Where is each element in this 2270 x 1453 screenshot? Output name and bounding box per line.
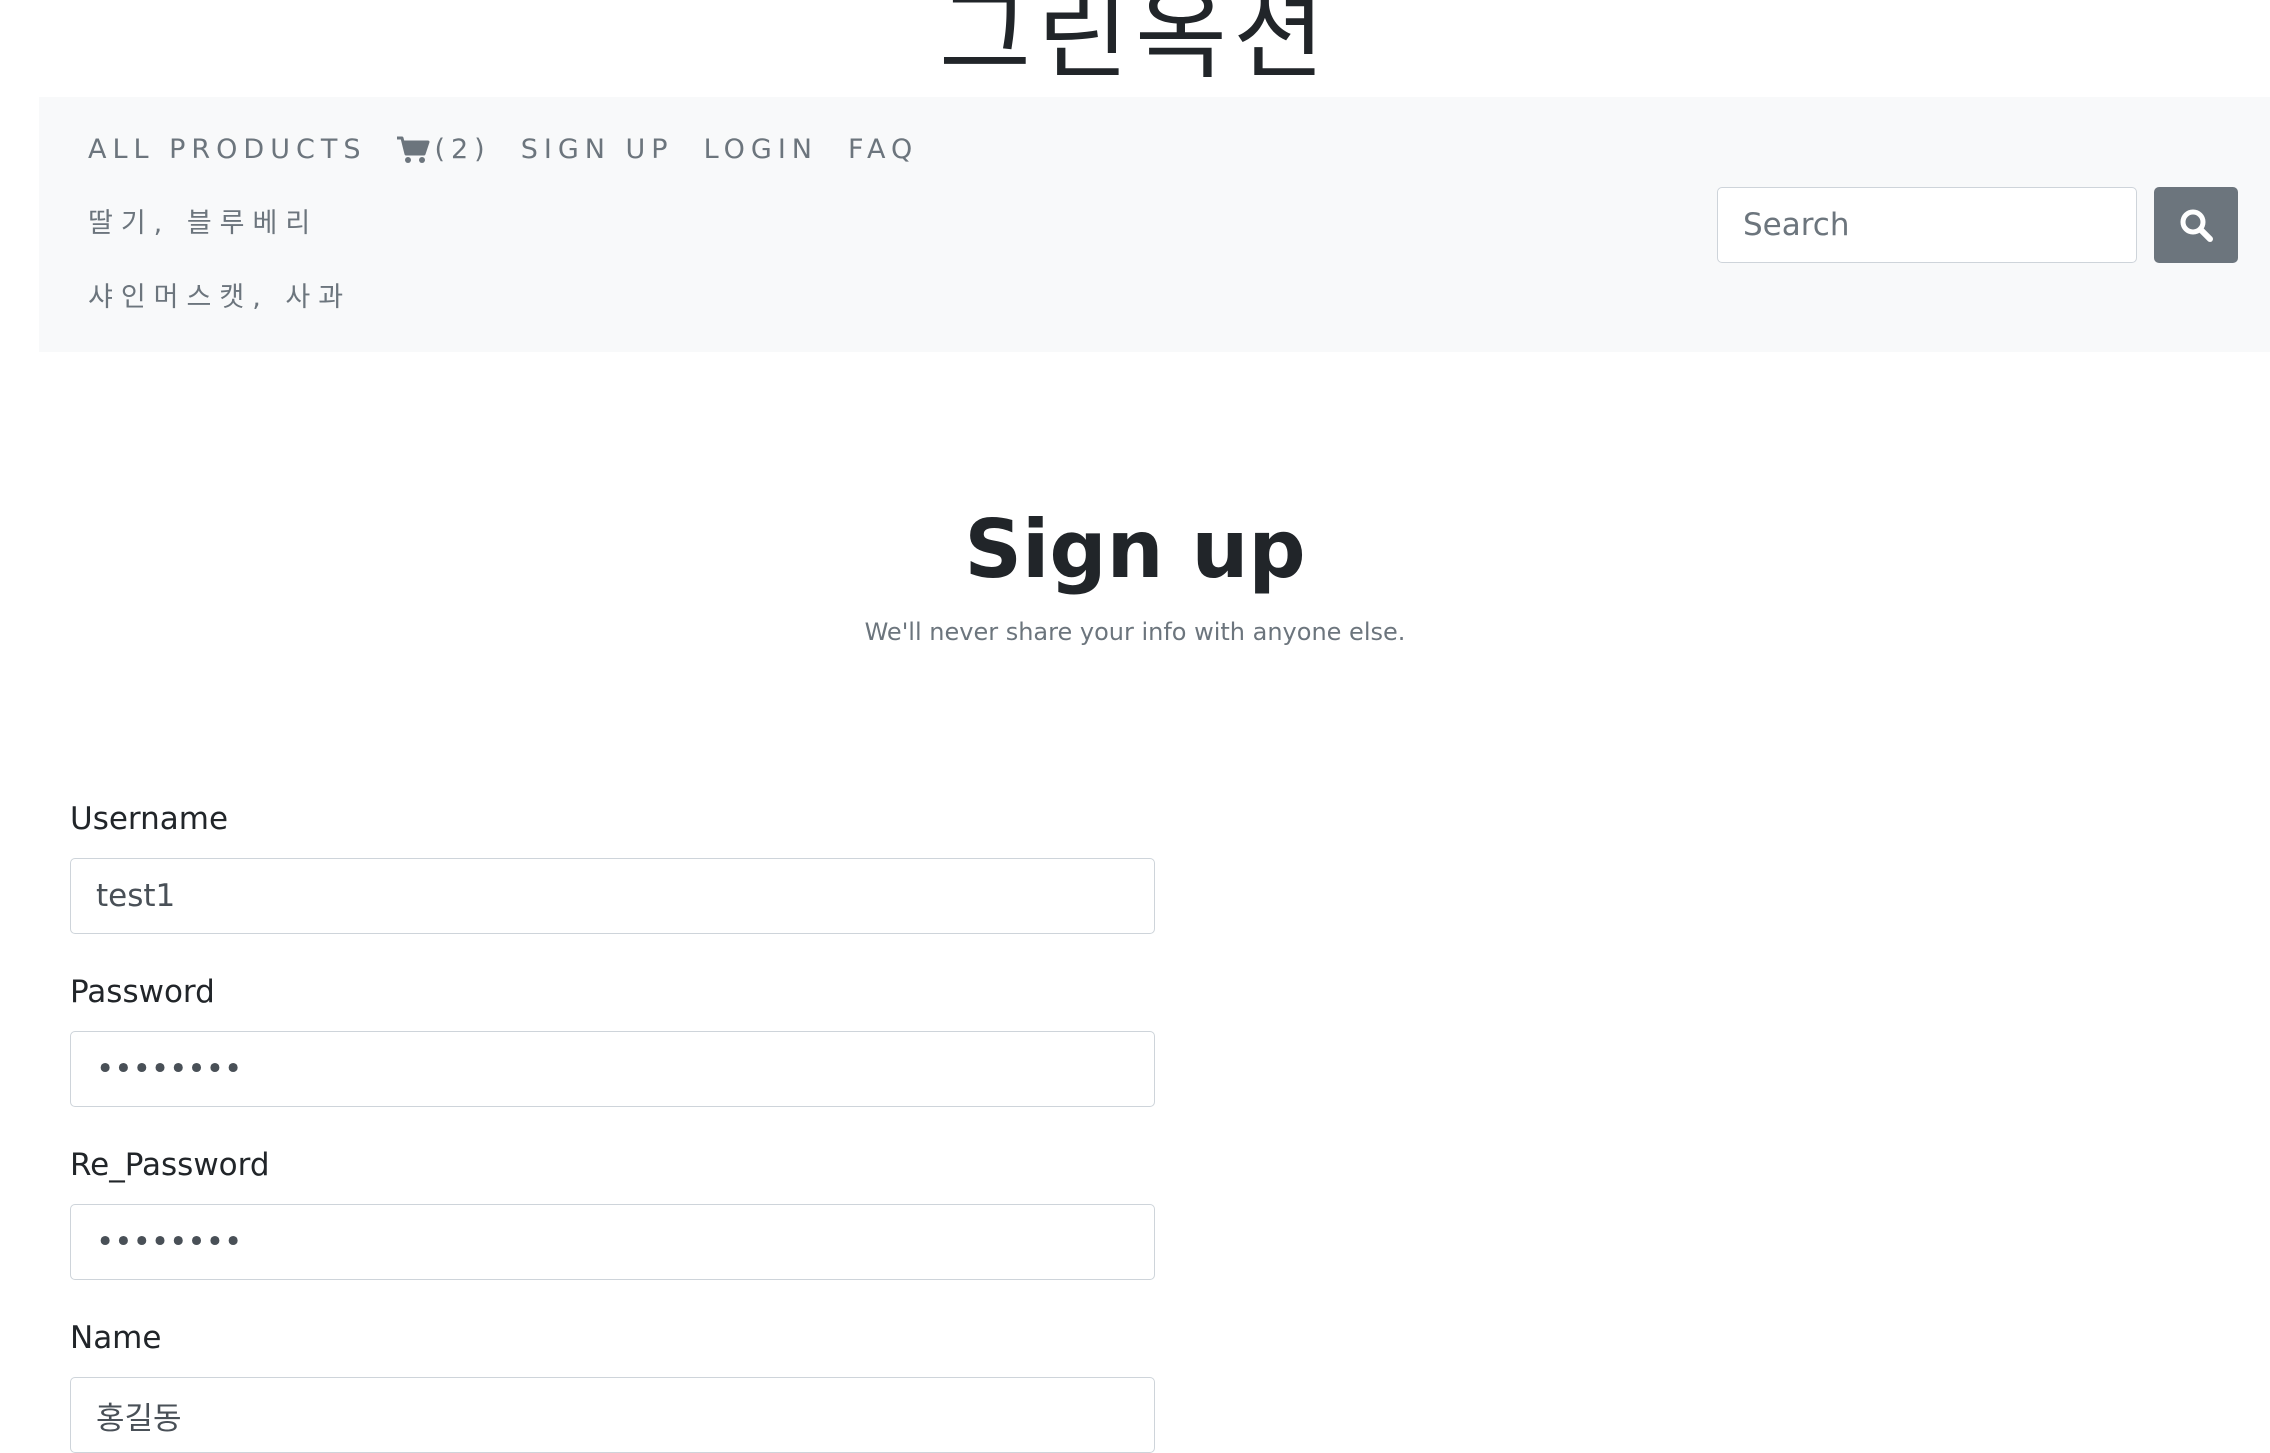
- page-subtitle: We'll never share your info with anyone …: [864, 618, 1406, 646]
- name-label: Name: [70, 1320, 162, 1356]
- nav-links: ALL PRODUCTS (2) SIGN UP LOGIN FAQ: [88, 127, 948, 173]
- username-input[interactable]: [70, 858, 1155, 934]
- search-input[interactable]: [1717, 187, 2137, 263]
- navbar: ALL PRODUCTS (2) SIGN UP LOGIN FAQ 딸기, 블…: [39, 97, 2270, 352]
- cart-count: (2): [434, 134, 491, 165]
- nav-cart[interactable]: (2): [396, 127, 490, 173]
- repassword-input[interactable]: [70, 1204, 1155, 1280]
- cart-icon: [397, 136, 430, 163]
- password-input[interactable]: [70, 1031, 1155, 1107]
- name-input[interactable]: [70, 1377, 1155, 1453]
- password-label: Password: [70, 974, 215, 1010]
- search-button[interactable]: [2154, 187, 2238, 263]
- nav-sign-up[interactable]: SIGN UP: [521, 127, 674, 173]
- search-icon: [2180, 209, 2213, 242]
- nav-category-shinemuscat-apple[interactable]: 샤인머스캣, 사과: [88, 276, 351, 320]
- nav-all-products[interactable]: ALL PRODUCTS: [88, 127, 366, 173]
- page-title: Sign up: [964, 503, 1306, 596]
- repassword-label: Re_Password: [70, 1147, 270, 1183]
- username-label: Username: [70, 801, 229, 837]
- nav-category-strawberry-blueberry[interactable]: 딸기, 블루베리: [88, 202, 318, 246]
- brand-title: 그린옥션: [939, 0, 1331, 93]
- nav-login[interactable]: LOGIN: [704, 127, 818, 173]
- nav-faq[interactable]: FAQ: [848, 127, 918, 173]
